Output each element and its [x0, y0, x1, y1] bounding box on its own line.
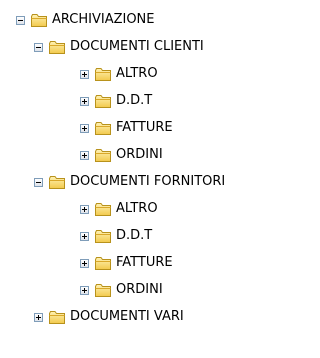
- tree-node-clienti-altro[interactable]: ALTRO: [80, 64, 158, 84]
- expand-toggle-icon[interactable]: [80, 285, 89, 295]
- tree-node-label: ARCHIVIAZIONE: [52, 12, 155, 27]
- tree-node-clienti-fatture[interactable]: FATTURE: [80, 118, 173, 138]
- tree-node-label: DOCUMENTI FORNITORI: [70, 174, 226, 189]
- tree-node-label: D.D.T: [116, 228, 153, 243]
- expand-toggle-icon[interactable]: [80, 258, 89, 268]
- tree-node-archiviazione[interactable]: ARCHIVIAZIONE: [16, 10, 155, 30]
- tree-node-fornitori-ddt[interactable]: D.D.T: [80, 226, 152, 246]
- folder-icon: [49, 41, 65, 54]
- collapse-toggle-icon[interactable]: [34, 42, 43, 52]
- tree-node-fornitori-ordini[interactable]: ORDINI: [80, 280, 163, 300]
- expand-toggle-icon[interactable]: [80, 69, 89, 79]
- tree-node-label: DOCUMENTI VARI: [70, 309, 184, 324]
- tree-node-label: DOCUMENTI CLIENTI: [70, 39, 204, 54]
- collapse-toggle-icon[interactable]: [16, 15, 25, 25]
- folder-icon: [95, 284, 111, 297]
- folder-icon: [95, 68, 111, 81]
- folder-icon: [95, 122, 111, 135]
- folder-icon: [49, 311, 65, 324]
- expand-toggle-icon[interactable]: [80, 231, 89, 241]
- tree-node-fornitori-fatture[interactable]: FATTURE: [80, 253, 173, 273]
- folder-icon: [95, 203, 111, 216]
- folder-icon: [95, 230, 111, 243]
- folder-icon: [95, 149, 111, 162]
- expand-toggle-icon[interactable]: [80, 123, 89, 133]
- expand-toggle-icon[interactable]: [80, 204, 89, 214]
- folder-icon: [49, 176, 65, 189]
- expand-toggle-icon[interactable]: [34, 312, 43, 322]
- tree-node-label: FATTURE: [116, 255, 173, 270]
- tree-node-fornitori-altro[interactable]: ALTRO: [80, 199, 158, 219]
- expand-toggle-icon[interactable]: [80, 150, 89, 160]
- tree-node-label: ORDINI: [116, 282, 163, 297]
- tree-node-documenti-fornitori[interactable]: DOCUMENTI FORNITORI: [34, 172, 225, 192]
- tree-node-label: ALTRO: [116, 66, 158, 81]
- tree-node-label: ALTRO: [116, 201, 158, 216]
- folder-icon: [31, 14, 47, 27]
- folder-icon: [95, 257, 111, 270]
- collapse-toggle-icon[interactable]: [34, 177, 43, 187]
- tree-node-clienti-ddt[interactable]: D.D.T: [80, 91, 152, 111]
- tree-node-documenti-vari[interactable]: DOCUMENTI VARI: [34, 307, 184, 327]
- folder-tree: ARCHIVIAZIONE DOCUMENTI CLIENTI ALTRO D.…: [0, 0, 320, 358]
- tree-node-label: D.D.T: [116, 93, 153, 108]
- expand-toggle-icon[interactable]: [80, 96, 89, 106]
- tree-node-documenti-clienti[interactable]: DOCUMENTI CLIENTI: [34, 37, 204, 57]
- tree-node-label: ORDINI: [116, 147, 163, 162]
- tree-node-label: FATTURE: [116, 120, 173, 135]
- folder-icon: [95, 95, 111, 108]
- tree-node-clienti-ordini[interactable]: ORDINI: [80, 145, 163, 165]
